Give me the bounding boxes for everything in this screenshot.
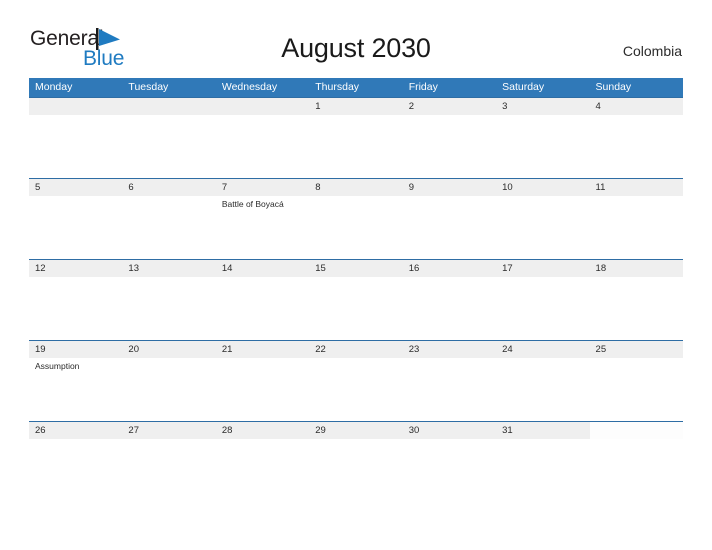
day-cell[interactable]: 21 <box>216 341 309 421</box>
day-cell[interactable]: 18 <box>590 260 683 340</box>
day-cell[interactable]: 12 <box>29 260 122 340</box>
country-label: Colombia <box>622 43 682 59</box>
day-cell[interactable]: 20 <box>122 341 215 421</box>
day-cell[interactable]: 13 <box>122 260 215 340</box>
day-number: 9 <box>408 182 414 193</box>
day-cell[interactable]: 27 <box>122 422 215 502</box>
day-cell[interactable]: 29 <box>309 422 402 502</box>
day-number: 17 <box>502 263 513 274</box>
day-cell[interactable]: 9 <box>403 179 496 259</box>
day-cell[interactable] <box>122 98 215 178</box>
day-cell[interactable]: 28 <box>216 422 309 502</box>
day-cell[interactable]: 1 <box>309 98 402 178</box>
day-number: 13 <box>128 263 139 274</box>
day-number: 25 <box>595 344 607 355</box>
day-cell[interactable]: 17 <box>496 260 589 340</box>
day-number: 11 <box>595 182 606 193</box>
week-day-cells: 5 6 7 Battle of Boyacá 8 9 10 11 <box>29 179 683 259</box>
day-number: 30 <box>408 425 420 436</box>
day-number: 21 <box>221 344 233 355</box>
day-event: Assumption <box>35 361 80 371</box>
day-number: 29 <box>315 425 326 436</box>
day-cell[interactable]: 31 <box>496 422 589 502</box>
day-number: 22 <box>315 344 326 355</box>
day-number: 1 <box>315 101 321 112</box>
day-cell[interactable]: 23 <box>403 341 496 421</box>
day-cell[interactable]: 14 <box>216 260 309 340</box>
day-cell[interactable]: 25 <box>590 341 683 421</box>
day-cell[interactable]: 8 <box>309 179 402 259</box>
day-cell[interactable]: 15 <box>309 260 402 340</box>
day-number: 10 <box>502 182 513 193</box>
day-number: 18 <box>595 263 607 274</box>
calendar-page: General Blue August 2030 Colombia Monday… <box>0 0 712 550</box>
day-number: 8 <box>315 182 321 193</box>
weekday-saturday: Saturday <box>502 81 545 93</box>
day-cell[interactable]: 7 Battle of Boyacá <box>216 179 309 259</box>
day-number: 27 <box>128 425 139 436</box>
week-day-cells: 26 27 28 29 30 31 <box>29 422 683 502</box>
day-number: 23 <box>408 344 420 355</box>
day-cell[interactable]: 3 <box>496 98 589 178</box>
weekday-sunday: Sunday <box>595 81 632 93</box>
day-number: 5 <box>35 182 41 193</box>
weekday-wednesday: Wednesday <box>221 81 278 93</box>
calendar-grid: Monday Tuesday Wednesday Thursday Friday… <box>29 78 683 502</box>
day-cell[interactable]: 10 <box>496 179 589 259</box>
day-cell[interactable] <box>216 98 309 178</box>
weekday-thursday: Thursday <box>315 81 360 93</box>
day-number: 16 <box>408 263 420 274</box>
day-cell[interactable] <box>590 422 683 502</box>
week-day-cells: 12 13 14 15 16 17 18 <box>29 260 683 340</box>
week-day-cells: 19 Assumption 20 21 22 23 24 25 <box>29 341 683 421</box>
day-cell[interactable]: 11 <box>590 179 683 259</box>
day-number: 24 <box>502 344 513 355</box>
weekday-tuesday: Tuesday <box>128 81 169 93</box>
week-row: 5 6 7 Battle of Boyacá 8 9 10 11 <box>29 178 683 259</box>
day-event: Battle of Boyacá <box>221 199 284 209</box>
day-number: 15 <box>315 263 326 274</box>
day-number: 7 <box>221 182 228 193</box>
day-cell[interactable]: 6 <box>122 179 215 259</box>
week-row: 26 27 28 29 30 31 <box>29 421 683 502</box>
day-cell[interactable]: 2 <box>403 98 496 178</box>
week-day-cells: 1 2 3 4 <box>29 98 683 178</box>
day-number: 26 <box>35 425 46 436</box>
day-cell[interactable]: 19 Assumption <box>29 341 122 421</box>
day-cell[interactable]: 22 <box>309 341 402 421</box>
day-number: 28 <box>221 425 233 436</box>
day-number: 2 <box>408 101 414 112</box>
day-cell[interactable]: 26 <box>29 422 122 502</box>
day-number: 4 <box>595 101 601 112</box>
day-number: 12 <box>35 263 46 274</box>
day-cell[interactable]: 24 <box>496 341 589 421</box>
page-title: August 2030 <box>281 33 431 63</box>
week-row: 19 Assumption 20 21 22 23 24 25 <box>29 340 683 421</box>
weekday-friday: Friday <box>408 81 438 93</box>
day-number: 6 <box>128 182 134 193</box>
day-cell[interactable]: 4 <box>590 98 683 178</box>
week-row: 1 2 3 4 <box>29 97 683 178</box>
day-number: 3 <box>502 101 508 112</box>
day-cell[interactable] <box>29 98 122 178</box>
week-row: 12 13 14 15 16 17 18 <box>29 259 683 340</box>
day-cell[interactable]: 5 <box>29 179 122 259</box>
day-number: 20 <box>128 344 139 355</box>
day-number: 31 <box>502 425 513 436</box>
day-cell[interactable]: 16 <box>403 260 496 340</box>
page-header: General Blue August 2030 Colombia <box>0 0 712 69</box>
weekday-monday: Monday <box>35 81 73 93</box>
day-cell[interactable]: 30 <box>403 422 496 502</box>
day-number: 14 <box>221 263 233 274</box>
day-number: 19 <box>35 344 46 355</box>
weekday-header-row: Monday Tuesday Wednesday Thursday Friday… <box>29 78 683 97</box>
